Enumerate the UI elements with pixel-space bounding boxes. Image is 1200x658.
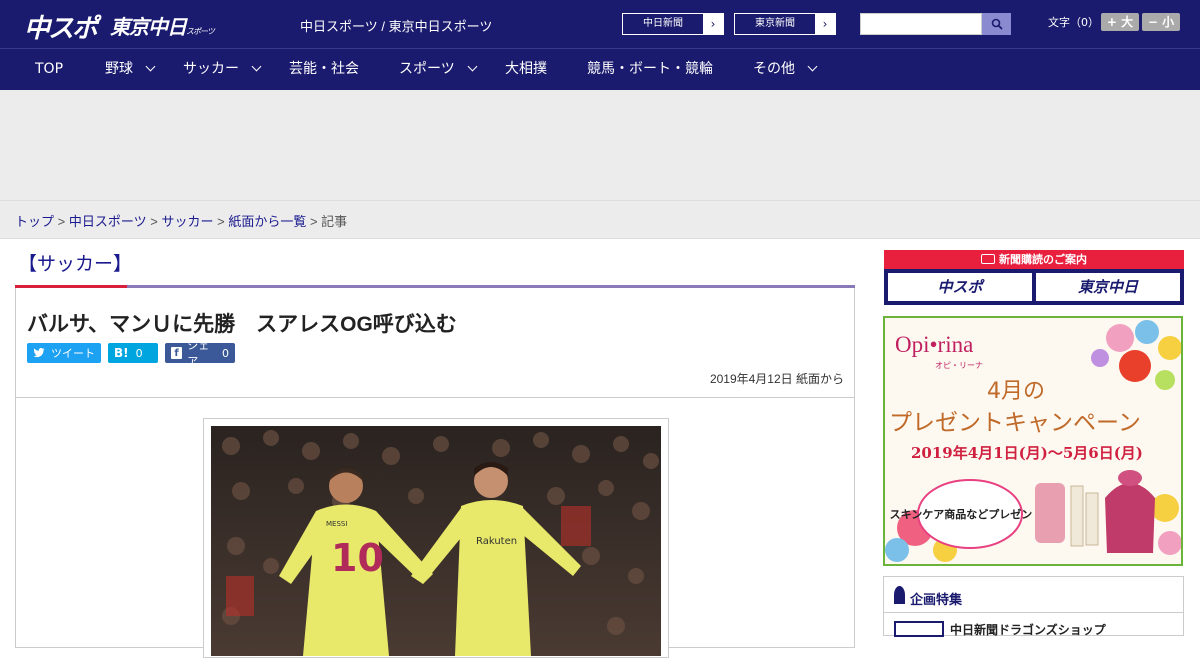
nav-item-racing[interactable]: 競馬・ボート・競輪 — [587, 49, 713, 90]
tokyo-shimbun-link[interactable]: 東京新聞 › — [734, 13, 836, 35]
tweet-label: ツイート — [51, 347, 95, 360]
chunichi-shimbun-link[interactable]: 中日新聞 › — [622, 13, 724, 35]
font-larger-button[interactable]: + 大 — [1101, 13, 1139, 31]
breadcrumb-separator: > — [150, 214, 158, 229]
ext-link-label: 東京新聞 — [755, 18, 795, 29]
breadcrumb-link-chunichi-sports[interactable]: 中日スポーツ — [69, 214, 147, 229]
article-divider — [16, 397, 854, 398]
nav-item-sumo[interactable]: 大相撲 — [505, 49, 547, 90]
chevron-down-icon — [145, 61, 156, 72]
nav-item-entertainment[interactable]: 芸能・社会 — [289, 49, 359, 90]
nav-item-top[interactable]: TOP — [35, 49, 63, 90]
nav-item-baseball[interactable]: 野球 — [105, 49, 156, 90]
breadcrumb: トップ > 中日スポーツ > サッカー > 紙面から一覧 > 記事 — [15, 211, 347, 230]
search-input[interactable] — [860, 13, 982, 35]
opirina-promo-ad[interactable]: Opi•rina オピ・リーナ 4月の プレゼントキャンペーン 2019年4月1… — [883, 316, 1183, 566]
hatena-count: 0 — [135, 346, 143, 360]
facebook-share-count: 0 — [222, 346, 229, 360]
article-photo-frame: MESSI 10 Rakuten — [203, 418, 669, 658]
subscription-box: 新聞購読のご案内 中スポ 東京中日 — [884, 250, 1184, 305]
article-main: 【サッカー】 バルサ、マンＵに先勝 スアレスOG呼び込む ツイート B! 0 f… — [15, 248, 855, 658]
promo-campaign: プレゼントキャンペーン — [889, 410, 1141, 436]
ribbon-icon — [894, 586, 905, 604]
nav-item-sports[interactable]: スポーツ — [399, 49, 478, 90]
nav-label: TOP — [35, 61, 64, 77]
article-dateline: 2019年4月12日 紙面から — [709, 372, 844, 386]
hatena-icon: B! — [114, 346, 129, 360]
product-images — [1035, 470, 1155, 553]
facebook-share-button[interactable]: f シェア 0 — [165, 339, 235, 368]
article-category: 【サッカー】 — [18, 253, 133, 275]
chevron-right-icon: › — [703, 14, 723, 34]
breadcrumb-link-paper-list[interactable]: 紙面から一覧 — [228, 214, 306, 229]
jersey-name-messi: MESSI — [326, 520, 347, 528]
font-smaller-button[interactable]: − 小 — [1142, 13, 1180, 31]
tweet-button[interactable]: ツイート — [27, 343, 101, 363]
promo-period: 2019年4月1日(月)～5月6日(月) — [911, 444, 1143, 462]
kikaku-divider — [884, 612, 1183, 613]
newspaper-icon — [981, 254, 995, 264]
nav-label: サッカー — [183, 61, 239, 77]
hatena-bookmark-button[interactable]: B! 0 — [108, 343, 158, 363]
opirina-brand: Opi•rina — [895, 332, 973, 357]
article-photo[interactable]: MESSI 10 Rakuten — [211, 426, 661, 656]
dragons-shop-thumbnail[interactable] — [894, 621, 944, 637]
nav-item-other[interactable]: その他 — [753, 49, 818, 90]
subscription-heading-label: 新聞購読のご案内 — [999, 253, 1087, 266]
top-header: 中スポ 東京中日スポーツ 中日スポーツ / 東京中日スポーツ 中日新聞 › 東京… — [0, 0, 1200, 48]
breadcrumb-current: 記事 — [321, 214, 348, 229]
ad-banner-area — [0, 90, 1200, 200]
nav-label: その他 — [753, 61, 795, 77]
breadcrumb-link-top[interactable]: トップ — [15, 214, 54, 229]
jersey-sponsor-rakuten: Rakuten — [476, 536, 517, 547]
breadcrumb-separator: > — [57, 214, 66, 229]
article-headline: バルサ、マンＵに先勝 スアレスOG呼び込む — [27, 313, 457, 336]
nav-label: 競馬・ボート・競輪 — [587, 61, 713, 77]
nav-label: 大相撲 — [505, 61, 547, 77]
site-title: 中日スポーツ / 東京中日スポーツ — [300, 19, 493, 34]
main-nav: TOP 野球 サッカー 芸能・社会 スポーツ 大相撲 競馬・ボート・競輪 その他 — [0, 48, 1200, 90]
article-body: バルサ、マンＵに先勝 スアレスOG呼び込む ツイート B! 0 f シェア 0 … — [15, 288, 855, 658]
chevron-down-icon — [807, 61, 818, 72]
tokyo-logo-text: 東京中日 — [110, 15, 187, 39]
soccer-players-photo: MESSI 10 Rakuten — [211, 426, 661, 656]
nav-label: 野球 — [105, 61, 133, 77]
nav-label: スポーツ — [399, 61, 455, 77]
jersey-number-10: 10 — [331, 536, 384, 580]
breadcrumb-separator: > — [309, 214, 318, 229]
nav-item-soccer[interactable]: サッカー — [183, 49, 262, 90]
breadcrumb-separator: > — [217, 214, 225, 229]
chuspo-logo[interactable]: 中スポ — [24, 8, 98, 45]
breadcrumb-link-soccer[interactable]: サッカー — [161, 214, 213, 229]
search-button[interactable] — [982, 13, 1011, 35]
promo-graphic: Opi•rina オピ・リーナ 4月の プレゼントキャンペーン 2019年4月1… — [885, 320, 1181, 562]
tokyo-logo-suffix: スポーツ — [186, 27, 215, 36]
chevron-down-icon — [251, 61, 262, 72]
ext-link-label: 中日新聞 — [643, 18, 683, 29]
subscribe-tokyo-chunichi-link[interactable]: 東京中日 — [1036, 273, 1180, 301]
facebook-icon: f — [171, 347, 183, 359]
nav-label: 芸能・社会 — [289, 61, 359, 77]
facebook-share-label: シェア — [187, 339, 210, 368]
chevron-down-icon — [467, 61, 478, 72]
chevron-right-icon: › — [815, 14, 835, 34]
breadcrumb-bar: トップ > 中日スポーツ > サッカー > 紙面から一覧 > 記事 — [0, 200, 1200, 239]
search-icon — [991, 18, 1003, 30]
twitter-bird-icon — [33, 348, 45, 358]
subscribe-chuspo-link[interactable]: 中スポ — [888, 273, 1032, 301]
tokyo-chunichi-logo[interactable]: 東京中日スポーツ — [110, 11, 215, 40]
promo-badge-text: スキンケア商品などプレゼント♪ — [890, 507, 1051, 521]
font-size-label: 文字（0） — [1048, 16, 1099, 29]
special-features-box: 企画特集 中日新聞ドラゴンズショップ — [883, 576, 1184, 637]
promo-month: 4月の — [987, 379, 1045, 404]
subscription-heading: 新聞購読のご案内 — [884, 250, 1184, 269]
opirina-brand-kana: オピ・リーナ — [935, 361, 983, 370]
special-features-title: 企画特集 — [910, 593, 963, 608]
